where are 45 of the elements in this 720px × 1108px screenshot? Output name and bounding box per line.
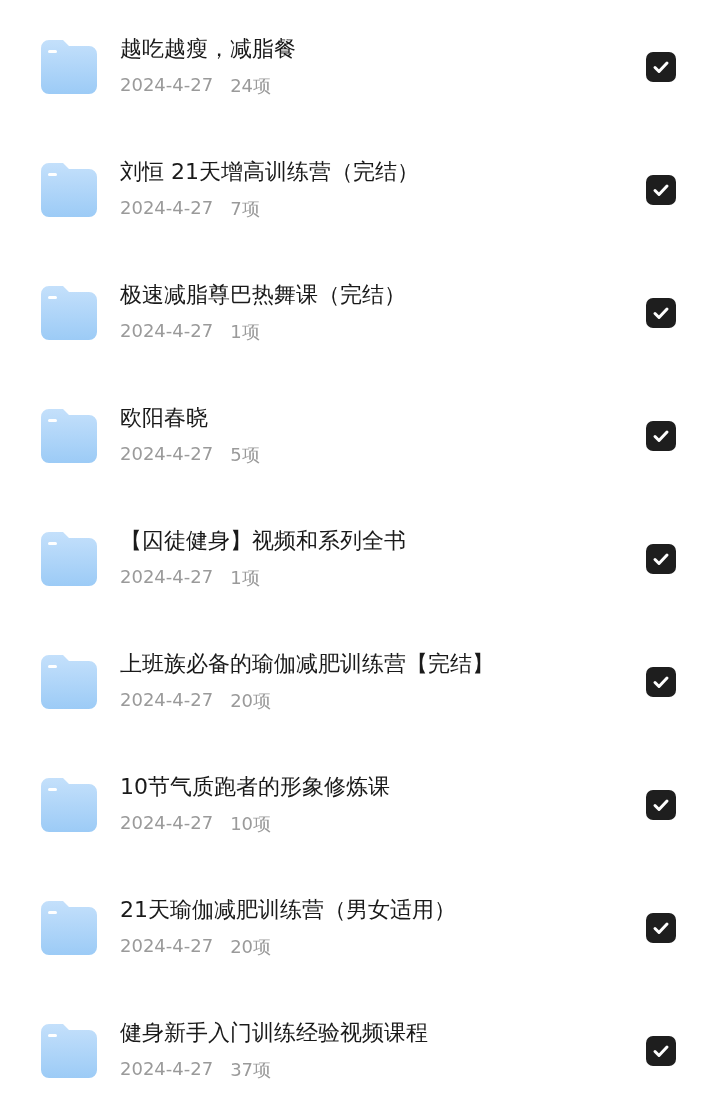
folder-icon [41,900,97,955]
folder-name: 欧阳春晓 [120,403,209,432]
item-count: 7项 [230,196,260,221]
folder-icon [41,39,97,94]
folder-name: 越吃越瘦，减脂餐 [120,34,297,63]
checkbox[interactable] [646,666,676,697]
folder-date: 2024-4-27 [120,934,214,958]
checkbox[interactable] [646,543,676,574]
folder-date: 2024-4-27 [120,73,214,97]
folder-name: 健身新手入门训练经验视频课程 [120,1018,429,1047]
folder-name: 刘恒 21天增高训练营（完结） [120,157,420,186]
checkbox[interactable] [646,789,676,820]
item-count: 20项 [230,688,272,713]
item-count: 37项 [230,1057,272,1082]
checkbox[interactable] [646,174,676,205]
folder-icon [41,654,97,709]
folder-name: 上班族必备的瑜伽减肥训练营【完结】 [120,649,495,678]
checkbox[interactable] [646,297,676,328]
checkbox[interactable] [646,912,676,943]
item-count: 24项 [230,73,272,98]
item-count: 1项 [230,319,260,344]
folder-icon [41,408,97,463]
folder-icon [41,1023,97,1078]
folder-date: 2024-4-27 [120,1057,214,1081]
folder-date: 2024-4-27 [120,688,214,712]
folder-icon [41,162,97,217]
folder-icon [41,777,97,832]
folder-name: 21天瑜伽减肥训练营（男女适用） [120,895,457,924]
folder-icon [41,285,97,340]
folder-icon [41,531,97,586]
item-count: 5项 [230,442,260,467]
checkbox[interactable] [646,51,676,82]
checkbox[interactable] [646,1035,676,1066]
folder-date: 2024-4-27 [120,442,214,466]
item-count: 20项 [230,934,272,959]
folder-name: 极速减脂尊巴热舞课（完结） [120,280,407,309]
folder-date: 2024-4-27 [120,565,214,589]
folder-date: 2024-4-27 [120,319,214,343]
folder-date: 2024-4-27 [120,196,214,220]
folder-date: 2024-4-27 [120,811,214,835]
item-count: 1项 [230,565,260,590]
checkbox[interactable] [646,420,676,451]
folder-name: 【囚徒健身】视频和系列全书 [120,526,407,555]
item-count: 10项 [230,811,272,836]
folder-name: 10节气质跑者的形象修炼课 [120,772,391,801]
